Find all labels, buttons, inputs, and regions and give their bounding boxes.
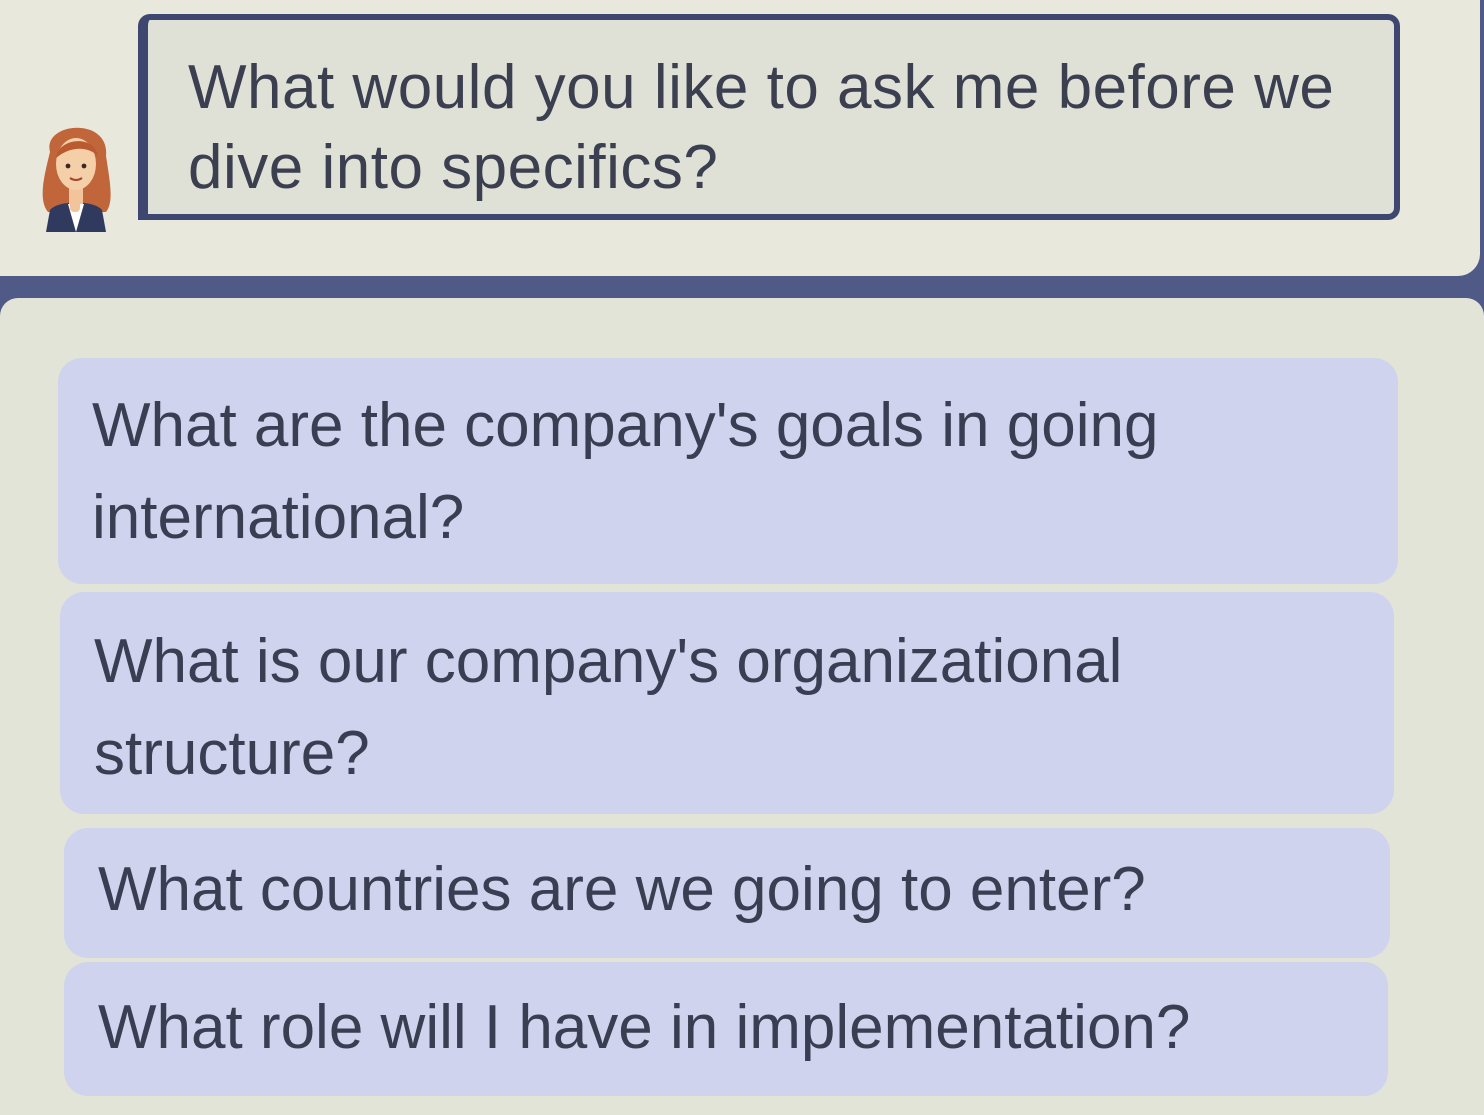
option-button-company-goals[interactable]: What are the company's goals in going in… — [58, 358, 1398, 584]
option-label: What role will I have in implementation? — [98, 993, 1191, 1062]
option-button-org-structure[interactable]: What is our company's organizational str… — [60, 592, 1394, 814]
option-label: What is our company's organizational str… — [94, 627, 1123, 788]
option-label: What are the company's goals in going in… — [92, 391, 1159, 552]
prompt-text: What would you like to ask me before we … — [188, 53, 1335, 202]
option-button-my-role[interactable]: What role will I have in implementation? — [64, 962, 1388, 1096]
woman-avatar-icon — [36, 112, 116, 232]
option-label: What countries are we going to enter? — [98, 855, 1146, 924]
options-panel: What are the company's goals in going in… — [0, 298, 1484, 1115]
option-button-countries[interactable]: What countries are we going to enter? — [64, 828, 1390, 958]
dialogue-panel: What would you like to ask me before we … — [0, 0, 1480, 276]
speech-bubble: What would you like to ask me before we … — [138, 14, 1400, 220]
